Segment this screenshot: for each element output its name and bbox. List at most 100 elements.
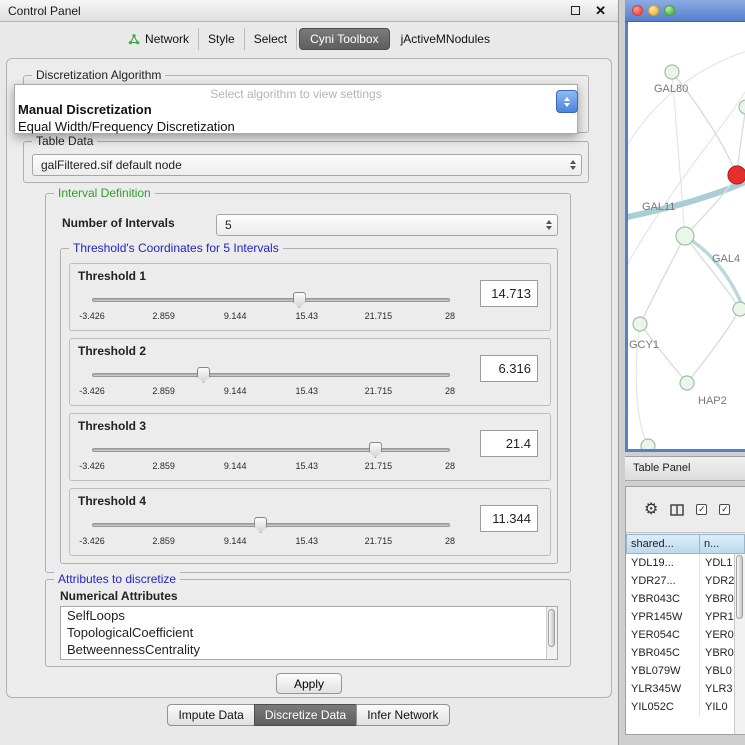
group-legend-algorithm: Discretization Algorithm bbox=[32, 68, 165, 82]
num-intervals-combo[interactable]: 5 bbox=[216, 214, 558, 236]
network-node[interactable] bbox=[739, 100, 745, 114]
tick-label: 9.144 bbox=[224, 536, 247, 546]
table-row[interactable]: YBR043CYBR0 bbox=[626, 590, 734, 608]
table-row[interactable]: YIL052CYIL0 bbox=[626, 698, 734, 716]
tick-label: -3.426 bbox=[79, 386, 105, 396]
threshold-slider[interactable] bbox=[92, 367, 450, 383]
attribute-item[interactable]: SelfLoops bbox=[61, 607, 557, 624]
tick-label: 28 bbox=[445, 311, 455, 321]
tick-label: 2.859 bbox=[152, 461, 175, 471]
tick-label: -3.426 bbox=[79, 461, 105, 471]
minimize-traffic-light-icon[interactable] bbox=[648, 5, 659, 16]
network-canvas[interactable]: GAL80GAL11GAL4GCY1HAP2 bbox=[628, 22, 745, 449]
apply-button[interactable]: Apply bbox=[276, 673, 342, 694]
algorithm-combo-button[interactable] bbox=[556, 90, 578, 113]
threshold-value-field[interactable]: 6.316 bbox=[480, 355, 538, 382]
algorithm-dropdown-popup: Select algorithm to view settings Manual… bbox=[14, 84, 578, 134]
dropdown-option[interactable]: Equal Width/Frequency Discretization bbox=[15, 118, 577, 135]
threshold-slider[interactable] bbox=[92, 517, 450, 533]
tab-select[interactable]: Select bbox=[245, 28, 297, 50]
tab-cyni-toolbox[interactable]: Cyni Toolbox bbox=[299, 28, 389, 50]
attributes-list[interactable]: SelfLoopsTopologicalCoefficientBetweenne… bbox=[60, 606, 558, 660]
gear-icon[interactable]: ⚙ bbox=[644, 502, 658, 518]
table-row[interactable]: YBR045CYBR0 bbox=[626, 644, 734, 662]
table-row[interactable]: YDL19...YDL1 bbox=[626, 554, 734, 572]
table-header-row: shared... n... bbox=[626, 534, 745, 554]
attribute-item[interactable]: BetweennessCentrality bbox=[61, 641, 557, 658]
table-row[interactable]: YER054CYER0 bbox=[626, 626, 734, 644]
table-panel-window: ⚙ ✓ ✓ shared... n... YDL19...YDL1YDR27..… bbox=[625, 486, 745, 735]
tick-label: 15.43 bbox=[296, 461, 319, 471]
combo-arrows-icon bbox=[546, 220, 552, 230]
attributes-scrollbar[interactable] bbox=[546, 607, 557, 659]
attribute-item[interactable]: TopologicalCoefficient bbox=[61, 624, 557, 641]
network-node[interactable] bbox=[733, 302, 745, 316]
threshold-value-field[interactable]: 21.4 bbox=[480, 430, 538, 457]
slider-track bbox=[92, 448, 450, 452]
selected-node[interactable] bbox=[728, 166, 745, 184]
network-node[interactable] bbox=[676, 227, 694, 245]
float-window-icon[interactable] bbox=[571, 6, 580, 15]
node-label: HAP2 bbox=[698, 395, 727, 407]
table-row[interactable]: YDR27...YDR2 bbox=[626, 572, 734, 590]
close-traffic-light-icon[interactable] bbox=[632, 5, 643, 16]
table-cell: YDL19... bbox=[626, 554, 700, 572]
slider-track bbox=[92, 298, 450, 302]
threshold-value-field[interactable]: 14.713 bbox=[480, 280, 538, 307]
network-node[interactable] bbox=[665, 65, 679, 79]
select-all-checkbox-icon[interactable]: ✓ bbox=[696, 504, 707, 515]
scrollbar-thumb[interactable] bbox=[548, 609, 555, 647]
table-data-combo[interactable]: galFiltered.sif default node bbox=[32, 154, 582, 176]
node-label: GCY1 bbox=[629, 339, 659, 351]
dropdown-hint: Select algorithm to view settings bbox=[15, 85, 577, 101]
threshold-slider[interactable] bbox=[92, 442, 450, 458]
bottom-tab-infer-network[interactable]: Infer Network bbox=[356, 704, 449, 726]
tab-label: Network bbox=[145, 32, 189, 46]
table-cell: YDR2 bbox=[700, 572, 734, 590]
column-header-name[interactable]: n... bbox=[700, 534, 745, 554]
table-scrollbar[interactable] bbox=[734, 554, 745, 734]
slider-thumb[interactable] bbox=[293, 292, 306, 308]
table-cell: YER054C bbox=[626, 626, 700, 644]
bottom-tab-impute-data[interactable]: Impute Data bbox=[167, 704, 254, 726]
tab-bar: Network StyleSelectCyni ToolboxjActiveMNo… bbox=[0, 22, 618, 56]
tab-jactivemnodules[interactable]: jActiveMNodules bbox=[392, 28, 499, 50]
bottom-tab-discretize-data[interactable]: Discretize Data bbox=[254, 704, 357, 726]
tick-label: 21.715 bbox=[365, 311, 393, 321]
threshold-slider[interactable] bbox=[92, 292, 450, 308]
table-cell: YLR3 bbox=[700, 680, 734, 698]
network-node[interactable] bbox=[641, 439, 655, 449]
combo-arrows-icon bbox=[570, 160, 576, 170]
tick-label: 2.859 bbox=[152, 386, 175, 396]
dropdown-option[interactable]: Manual Discretization bbox=[15, 101, 577, 118]
tick-label: 2.859 bbox=[152, 536, 175, 546]
table-panel-header[interactable]: Table Panel bbox=[625, 456, 745, 481]
tick-label: 28 bbox=[445, 536, 455, 546]
table-cell: YBR043C bbox=[626, 590, 700, 608]
tab-network[interactable]: Network bbox=[119, 28, 199, 50]
combo-value: galFiltered.sif default node bbox=[41, 155, 182, 175]
table-cell: YDR27... bbox=[626, 572, 700, 590]
column-header-shared-name[interactable]: shared... bbox=[626, 534, 700, 554]
control-panel-titlebar: Control Panel ✕ bbox=[0, 0, 618, 22]
table-cell: YDL1 bbox=[700, 554, 734, 572]
table-cell: YBR0 bbox=[700, 590, 734, 608]
scrollbar-thumb[interactable] bbox=[736, 555, 743, 619]
tick-label: -3.426 bbox=[79, 311, 105, 321]
slider-thumb[interactable] bbox=[254, 517, 267, 533]
network-node[interactable] bbox=[680, 376, 694, 390]
select-none-checkbox-icon[interactable]: ✓ bbox=[719, 504, 730, 515]
network-node[interactable] bbox=[633, 317, 647, 331]
tab-style[interactable]: Style bbox=[199, 28, 245, 50]
table-row[interactable]: YPR145WYPR1 bbox=[626, 608, 734, 626]
close-icon[interactable]: ✕ bbox=[595, 3, 606, 19]
zoom-traffic-light-icon[interactable] bbox=[664, 5, 675, 16]
table-row[interactable]: YBL079WYBL0 bbox=[626, 662, 734, 680]
slider-thumb[interactable] bbox=[369, 442, 382, 458]
num-intervals-label: Number of Intervals bbox=[62, 216, 175, 230]
threshold-value-field[interactable]: 11.344 bbox=[480, 505, 538, 532]
columns-icon[interactable] bbox=[670, 504, 684, 516]
tick-label: 21.715 bbox=[365, 536, 393, 546]
table-row[interactable]: YLR345WYLR3 bbox=[626, 680, 734, 698]
slider-thumb[interactable] bbox=[197, 367, 210, 383]
